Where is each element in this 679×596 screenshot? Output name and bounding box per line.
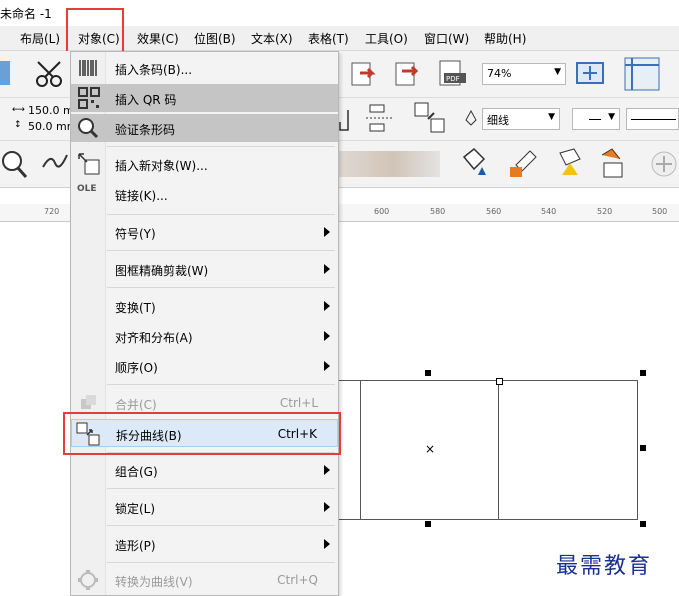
submenu-arrow-icon xyxy=(324,539,330,549)
menu-separator xyxy=(107,525,335,526)
align-objects-icon[interactable] xyxy=(364,102,396,134)
submenu-arrow-icon xyxy=(324,502,330,512)
menu-item-convert-to-curves[interactable]: 转换为曲线(V) Ctrl+Q xyxy=(71,566,338,594)
zoom-level-select[interactable]: 74% ▼ xyxy=(482,63,566,85)
publish-pdf-icon[interactable]: PDF xyxy=(436,57,470,89)
submenu-arrow-icon xyxy=(324,465,330,475)
height-arrows-icon: ↕ xyxy=(14,120,22,130)
ruler-tick-label: 600 xyxy=(374,207,390,216)
menu-item-align-distribute[interactable]: 对齐和分布(A) xyxy=(71,322,338,350)
menu-separator xyxy=(107,250,335,251)
menu-window[interactable]: 窗口(W) xyxy=(424,30,469,47)
selection-handle[interactable] xyxy=(640,445,646,451)
menu-separator xyxy=(107,287,335,288)
ruler-tick-label: 520 xyxy=(597,207,613,216)
menu-item-shaping[interactable]: 造形(P) xyxy=(71,530,338,558)
window-title: 未命名 -1 xyxy=(0,7,52,21)
menu-item-links[interactable]: OLE 链接(K)... xyxy=(71,180,338,208)
wrap-text-icon[interactable] xyxy=(338,108,352,132)
barcode-icon xyxy=(79,60,97,76)
menu-separator xyxy=(107,488,335,489)
menu-separator xyxy=(107,562,335,563)
menu-item-symbol[interactable]: 符号(Y) xyxy=(71,218,338,246)
selection-handle[interactable] xyxy=(425,521,431,527)
menu-item-lock[interactable]: 锁定(L) xyxy=(71,493,338,521)
menu-text[interactable]: 文本(X) xyxy=(251,30,293,47)
line-style-select[interactable]: ▼ xyxy=(572,108,620,130)
new-document-icon[interactable] xyxy=(0,61,10,85)
menu-bitmap[interactable]: 位图(B) xyxy=(194,30,236,47)
menu-effects[interactable]: 效果(C) xyxy=(137,30,179,47)
full-screen-preview-icon[interactable] xyxy=(574,59,606,89)
rectangle-shape-right[interactable] xyxy=(498,380,638,520)
menu-separator xyxy=(107,384,335,385)
line-style-preview xyxy=(589,119,601,120)
menu-separator xyxy=(107,214,335,215)
export-icon[interactable] xyxy=(392,57,424,89)
submenu-arrow-icon xyxy=(324,361,330,371)
ole-icon: OLE xyxy=(77,184,97,194)
menu-tools[interactable]: 工具(O) xyxy=(365,30,408,47)
menu-layout[interactable]: 布局(L) xyxy=(20,30,60,47)
submenu-arrow-icon xyxy=(324,227,330,237)
center-marker-icon: × xyxy=(425,442,436,456)
menu-item-insert-new-object[interactable]: 插入新对象(W)... xyxy=(71,150,338,178)
menu-item-transform[interactable]: 变换(T) xyxy=(71,292,338,320)
outline-width-value: 细线 xyxy=(487,114,509,127)
end-arrow-select[interactable] xyxy=(626,108,679,130)
menu-item-order[interactable]: 顺序(O) xyxy=(71,352,338,380)
menu-item-validate-barcode[interactable]: 验证条形码 xyxy=(71,114,338,142)
chevron-down-icon: ▼ xyxy=(554,67,561,77)
convert-to-curves-icon xyxy=(78,570,98,590)
object-menu-dropdown: 插入条码(B)... 插入 QR 码 验证条形码 插入新对象(W)... OLE… xyxy=(70,51,339,596)
width-arrows-icon: ⟷ xyxy=(12,105,25,115)
ruler-tick-label: 540 xyxy=(541,207,557,216)
annotation-box-break-apart xyxy=(63,412,341,455)
submenu-arrow-icon xyxy=(324,264,330,274)
insert-object-icon xyxy=(78,153,100,175)
add-icon[interactable] xyxy=(648,149,679,179)
menu-item-group[interactable]: 组合(G) xyxy=(71,456,338,484)
zoom-tool-icon[interactable] xyxy=(0,147,32,181)
line-end-preview xyxy=(631,119,676,120)
menu-item-powerclip[interactable]: 图框精确剪裁(W) xyxy=(71,255,338,283)
submenu-arrow-icon xyxy=(324,301,330,311)
interactive-fill-icon[interactable] xyxy=(596,145,632,181)
chevron-down-icon: ▼ xyxy=(548,112,555,122)
outline-width-select[interactable]: 细线 ▼ xyxy=(482,108,560,130)
qr-code-icon xyxy=(78,87,100,109)
menu-separator xyxy=(107,146,335,147)
menu-item-insert-barcode[interactable]: 插入条码(B)... xyxy=(71,54,338,82)
attributes-eyedropper-icon[interactable] xyxy=(552,145,588,181)
selection-handle[interactable] xyxy=(425,370,431,376)
combine-icon xyxy=(81,395,96,409)
ruler-tick-label: 560 xyxy=(486,207,502,216)
ruler-tick-label: 580 xyxy=(430,207,446,216)
chevron-down-icon: ▼ xyxy=(608,112,615,122)
break-apart-toolbar-icon[interactable] xyxy=(412,100,448,136)
scissors-icon[interactable] xyxy=(34,59,66,89)
svg-text:PDF: PDF xyxy=(446,75,460,83)
fill-tool-icon[interactable] xyxy=(458,145,492,179)
zoom-level-value: 74% xyxy=(487,67,512,80)
menu-help[interactable]: 帮助(H) xyxy=(484,30,526,47)
watermark-text: 最需教育 xyxy=(556,554,653,579)
pen-nib-icon xyxy=(465,110,477,126)
selection-handle[interactable] xyxy=(640,370,646,376)
eyedropper-icon[interactable] xyxy=(506,145,542,181)
menu-table[interactable]: 表格(T) xyxy=(308,30,349,47)
magnifier-icon xyxy=(78,118,99,139)
menu-item-insert-qr[interactable]: 插入 QR 码 xyxy=(71,84,338,112)
ruler-tick-label: 500 xyxy=(652,207,668,216)
rulers-icon[interactable] xyxy=(622,55,662,93)
submenu-arrow-icon xyxy=(324,331,330,341)
node-handle[interactable] xyxy=(496,378,503,385)
ruler-tick-label: 720 xyxy=(44,207,60,216)
import-icon[interactable] xyxy=(348,57,380,89)
selection-handle[interactable] xyxy=(640,521,646,527)
freehand-tool-icon[interactable] xyxy=(40,147,70,177)
